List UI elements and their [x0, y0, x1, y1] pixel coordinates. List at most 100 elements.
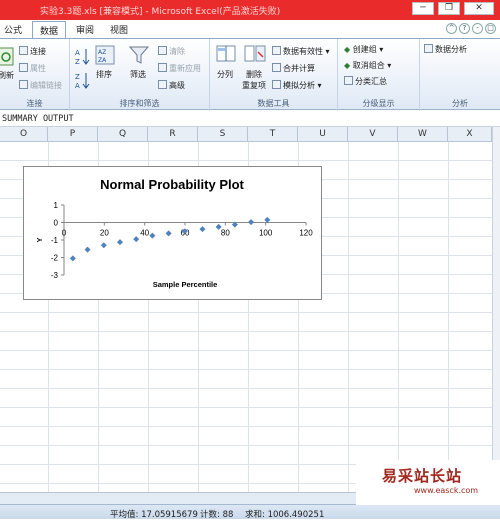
column-headers: O P Q R S T U V W X — [0, 127, 500, 142]
group-label-data-tools: 数据工具 — [257, 99, 290, 108]
ribbon: 刷新 连接 属性 编辑链接 连接 AZ ZA AZ ZA 排序 筛选 清除 重新应… — [0, 38, 500, 111]
close-button[interactable]: ✕ — [464, 2, 494, 15]
edit-links-icon — [19, 80, 28, 89]
data-point — [199, 226, 206, 233]
remove-duplicates-button[interactable]: 删除 — [246, 69, 262, 80]
clear-filter-button[interactable]: 清除 — [158, 46, 185, 57]
column-header[interactable]: P — [48, 127, 98, 142]
group-data-tools: 分列 删除 重复项 数据有效性 ▾ 合并计算 模拟分析 ▾ 数据工具 — [210, 39, 338, 111]
advanced-icon — [158, 80, 167, 89]
remove-duplicates-icon[interactable] — [244, 44, 266, 64]
y-tick-label: 1 — [54, 201, 59, 210]
group-label-sort-filter: 排序和筛选 — [119, 99, 160, 108]
column-header[interactable]: S — [198, 127, 248, 142]
what-if-button[interactable]: 模拟分析 ▾ — [272, 80, 322, 91]
group-icon: ◆ — [344, 45, 351, 54]
column-header[interactable]: O — [0, 127, 48, 142]
group-sort-filter: AZ ZA AZ ZA 排序 筛选 清除 重新应用 高级 排序和筛选 — [70, 39, 210, 111]
ribbon-minimize-icon[interactable]: ^ — [446, 23, 457, 34]
sort-dialog-icon[interactable]: AZZA — [95, 45, 115, 65]
column-header[interactable]: V — [348, 127, 398, 142]
x-tick-label: 80 — [221, 229, 230, 238]
y-tick-label: -2 — [51, 254, 59, 263]
text-to-columns-button[interactable]: 分列 — [217, 69, 233, 80]
x-tick-label: 40 — [140, 229, 149, 238]
group-connections: 刷新 连接 属性 编辑链接 连接 — [0, 39, 70, 111]
x-tick-label: 120 — [299, 229, 313, 238]
minimize-button[interactable]: ─ — [412, 2, 434, 15]
chart-area[interactable]: Normal Probability Plot Sample Percentil… — [23, 166, 322, 300]
formula-bar[interactable]: SUMMARY OUTPUT — [0, 111, 500, 127]
window-title: 实验3.3题.xls [兼容模式] - Microsoft Excel(产品激活… — [40, 7, 281, 17]
y-tick-label: 0 — [54, 219, 59, 228]
svg-text:A: A — [75, 49, 80, 57]
svg-text:Z: Z — [75, 73, 80, 81]
properties-button[interactable]: 属性 — [19, 63, 46, 74]
reapply-button[interactable]: 重新应用 — [158, 63, 201, 74]
advanced-filter-button[interactable]: 高级 — [158, 80, 185, 91]
group-outline: ◆ 创建组 ▾ ◆ 取消组合 ▾ 分类汇总 分级显示 — [338, 39, 420, 111]
chart-title: Normal Probability Plot — [100, 177, 244, 192]
refresh-all-label[interactable]: 刷新 — [0, 70, 14, 81]
column-header[interactable]: R — [148, 127, 198, 142]
remove-duplicates-button-2[interactable]: 重复项 — [242, 80, 266, 91]
data-validation-button[interactable]: 数据有效性 ▾ — [272, 46, 330, 57]
data-validation-icon — [272, 46, 281, 55]
column-header[interactable]: T — [248, 127, 298, 142]
sort-az-icon[interactable]: AZ — [74, 47, 92, 67]
help-icon[interactable]: ? — [459, 23, 470, 34]
data-point — [264, 216, 271, 223]
what-if-icon — [272, 80, 281, 89]
help-icons: ^ ? - □ — [446, 23, 496, 34]
refresh-all-icon[interactable] — [0, 47, 16, 67]
tab-formulas[interactable]: 公式 — [4, 23, 22, 36]
restore-button[interactable]: ❐ — [438, 2, 460, 15]
subtotal-icon — [344, 76, 353, 85]
y-tick-label: -3 — [51, 271, 59, 280]
formula-content[interactable]: SUMMARY OUTPUT — [2, 114, 74, 124]
vertical-scrollbar[interactable] — [492, 127, 500, 492]
column-header[interactable]: W — [398, 127, 448, 142]
chart-xlabel: Sample Percentile — [153, 280, 218, 289]
tab-view[interactable]: 视图 — [110, 23, 128, 36]
column-header[interactable]: Q — [98, 127, 148, 142]
sort-button[interactable]: 排序 — [96, 69, 112, 80]
connections-button[interactable]: 连接 — [19, 46, 46, 57]
text-to-columns-icon[interactable] — [216, 44, 236, 64]
svg-text:A: A — [75, 82, 80, 90]
doc-minimize-icon[interactable]: - — [472, 23, 483, 34]
tab-data[interactable]: 数据 — [32, 21, 67, 38]
group-label-connections: 连接 — [26, 99, 43, 108]
sort-za-icon[interactable]: ZA — [74, 71, 92, 91]
properties-icon — [19, 63, 28, 72]
y-tick-label: -1 — [51, 236, 59, 245]
filter-icon[interactable] — [128, 45, 150, 65]
status-average: 平均值: 17.05915679 — [110, 510, 198, 520]
subtotal-button[interactable]: 分类汇总 — [344, 76, 387, 87]
tab-review[interactable]: 审阅 — [76, 23, 94, 36]
title-bar: 实验3.3题.xls [兼容模式] - Microsoft Excel(产品激活… — [0, 0, 500, 20]
data-point — [69, 255, 76, 262]
column-header[interactable]: U — [298, 127, 348, 142]
svg-text:ZA: ZA — [98, 57, 107, 64]
data-point — [100, 242, 107, 249]
ribbon-tabs: 公式 数据 审阅 视图 ^ ? - □ — [0, 20, 500, 38]
normal-probability-chart: Normal Probability Plot Sample Percentil… — [35, 177, 313, 289]
data-analysis-button[interactable]: 数据分析 — [424, 44, 467, 55]
filter-button[interactable]: 筛选 — [130, 69, 146, 80]
consolidate-button[interactable]: 合并计算 — [272, 63, 315, 74]
doc-restore-icon[interactable]: □ — [485, 23, 496, 34]
column-header[interactable]: X — [448, 127, 492, 142]
edit-links-button[interactable]: 编辑链接 — [19, 80, 62, 91]
group-label-outline: 分级显示 — [362, 99, 395, 108]
group-button[interactable]: ◆ 创建组 ▾ — [344, 44, 383, 55]
ungroup-icon: ◆ — [344, 61, 351, 70]
watermark: 易采站长站 www.easck.com — [356, 460, 500, 505]
data-point — [248, 219, 255, 226]
clear-icon — [158, 46, 167, 55]
data-analysis-icon — [424, 44, 433, 53]
group-analysis: 数据分析 分析 — [420, 39, 500, 111]
ungroup-button[interactable]: ◆ 取消组合 ▾ — [344, 60, 391, 71]
reapply-icon — [158, 63, 167, 72]
data-point — [133, 236, 140, 243]
